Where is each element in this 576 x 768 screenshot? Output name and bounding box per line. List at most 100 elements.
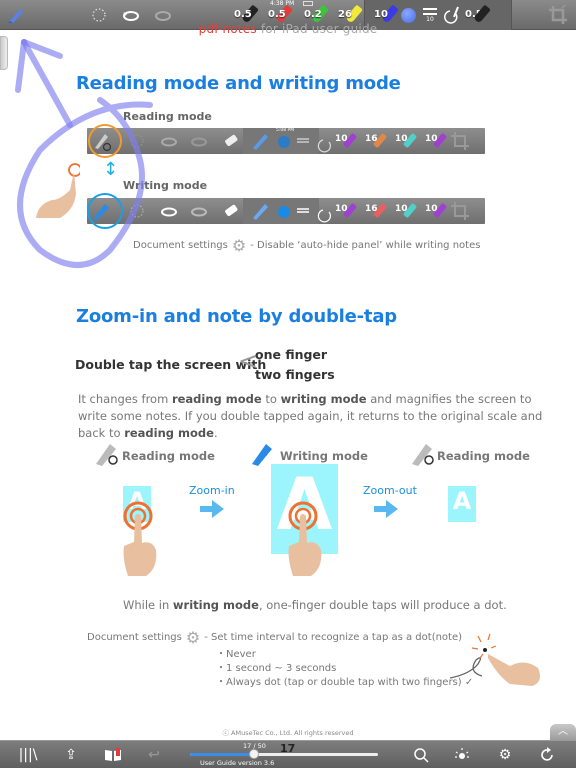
undo-icon [161, 137, 177, 147]
pen-rotate-icon [317, 139, 331, 153]
side-panel-handle[interactable] [0, 36, 8, 70]
mini-pen-size: 10 [335, 134, 348, 144]
mode-switch-arrow: ↕ [103, 159, 119, 180]
mini-pen-size: 10 [425, 204, 438, 214]
gear-icon: ⚙ [231, 236, 247, 255]
library-button[interactable]: |||\ [18, 746, 38, 764]
writing-mode-toolbar-image: 10 16 10 10 [87, 198, 485, 224]
step-mode-label: Reading mode [122, 449, 215, 463]
arrow-right-icon [374, 500, 398, 518]
book-bookmark-icon [105, 748, 121, 761]
doc-version: User Guide version 3.6 [200, 759, 275, 767]
tap-hand-icon [123, 501, 157, 576]
eraser-icon [225, 134, 238, 146]
redo-icon [191, 137, 207, 147]
settings-suffix: - Disable ‘auto-hide panel’ while writin… [250, 240, 481, 251]
share-button[interactable]: ⇪ [62, 746, 80, 764]
pointing-hand-icon [36, 163, 80, 218]
bookmarks-button[interactable] [104, 746, 122, 764]
stroke-lines-icon [423, 7, 437, 15]
doc-subtitle: for iPad user guide [256, 22, 378, 36]
dot-note-post: , one-finger double taps will produce a … [258, 598, 507, 612]
letter-small-box-result: A [448, 486, 476, 522]
option-item: ・1 second ~ 3 seconds [216, 663, 337, 674]
library-icon: |||\ [18, 747, 38, 763]
pen-icon [253, 204, 268, 220]
settings-suffix: - Set time interval to recognize a tap a… [204, 632, 463, 643]
pen-size-label: 0.2 [304, 9, 322, 20]
settings-prefix: Document settings [133, 240, 228, 251]
undo-icon [161, 207, 177, 217]
step-mode-label: Writing mode [280, 449, 368, 463]
brightness-icon [455, 748, 469, 759]
color-dot-icon [278, 136, 290, 148]
settings-note-2: Document settings ⚙ - Set time interval … [87, 628, 462, 647]
dot-note: While in writing mode, one-finger double… [123, 597, 507, 614]
tap-interval-options: ・Never ・1 second ~ 3 seconds ・Always dot… [216, 648, 473, 690]
writing-mode-highlight-ring [87, 193, 123, 229]
color-dot-icon [400, 7, 416, 23]
option-item: ・Never [216, 649, 256, 660]
dot-tap-illustration [449, 633, 540, 686]
page-slider-fill [190, 753, 254, 756]
dot-note-bold: writing mode [172, 598, 259, 612]
page-slider[interactable] [190, 749, 378, 759]
text-run: . [213, 426, 218, 440]
page-slider-thumb[interactable] [248, 749, 259, 759]
option-item: ・Always dot (tap or double tap with two … [216, 677, 474, 688]
lasso-icon [130, 204, 144, 218]
show-panel-button[interactable]: ︿ [550, 724, 576, 741]
copyright: ⓒ AMuseTec Co., Ltd. All rights reserved [222, 729, 354, 737]
settings-prefix: Document settings [87, 632, 182, 643]
stroke-lines-icon [297, 138, 309, 143]
settings-button[interactable]: ⚙ [496, 746, 514, 764]
tap-hand-icon [288, 501, 322, 576]
undo-icon [123, 11, 139, 21]
pen-size-label: 26 [338, 9, 352, 20]
app-root: 4:38 PM 0.5 0.5 0.2 26 10 10 0.5 pdf-notes f… [0, 0, 576, 768]
writing-pen-icon [252, 444, 272, 466]
reading-mode-toolbar-image: 5:08 PM 10 16 10 10 [87, 128, 485, 154]
back-button[interactable]: ↩ [145, 746, 163, 764]
search-icon [414, 748, 429, 763]
mini-pen-size: 10 [425, 134, 438, 144]
mini-pen-size: 16 [365, 134, 378, 144]
mini-pen-size: 16 [365, 204, 378, 214]
back-arrow-icon: ↩ [148, 747, 160, 763]
crop-icon [451, 132, 469, 150]
zoom-in-label: Zoom-in [189, 484, 235, 497]
stroke-lines-icon [297, 208, 309, 213]
option-one-finger: one finger [255, 347, 328, 362]
text-run: It changes from [78, 392, 172, 406]
pen-size-label: 10 [374, 9, 388, 20]
text-run: to [261, 392, 281, 406]
option-two-fingers: two fingers [255, 367, 335, 382]
rotate-icon [541, 747, 553, 761]
color-dot-icon [278, 206, 290, 218]
lasso-icon [92, 8, 106, 22]
section-title-double-tap: Zoom-in and note by double-tap [76, 306, 397, 327]
pen-rotate-icon [317, 209, 331, 223]
pen-icon [253, 134, 268, 150]
zoom-out-label: Zoom-out [363, 484, 417, 497]
chevron-up-icon: ︿ [558, 726, 568, 737]
mini-pen-size: 10 [335, 204, 348, 214]
rotate-button[interactable] [538, 746, 556, 764]
mini-pen-size: 10 [395, 204, 408, 214]
step-mode-label: Reading mode [437, 449, 530, 463]
gear-icon: ⚙ [498, 747, 512, 763]
explanation-paragraph: It changes from reading mode to writing … [78, 391, 548, 442]
share-icon: ⇪ [65, 747, 77, 763]
reading-mode-highlight-ring [88, 124, 122, 158]
emphasis: reading mode [124, 426, 214, 440]
brightness-button[interactable] [453, 746, 471, 764]
reading-pen-icon [412, 444, 434, 466]
search-button[interactable] [412, 746, 430, 764]
eraser-icon [225, 204, 238, 216]
reading-mode-label: Reading mode [123, 110, 212, 123]
mini-pen-size: 10 [395, 134, 408, 144]
bottom-toolbar: |||\ ⇪ ↩ 17 / 50 17 User Guide version 3… [0, 740, 576, 768]
redo-icon [155, 11, 171, 21]
pen-size-label: 0.5 [234, 9, 252, 20]
mini-status-time: 5:08 PM [276, 128, 295, 133]
